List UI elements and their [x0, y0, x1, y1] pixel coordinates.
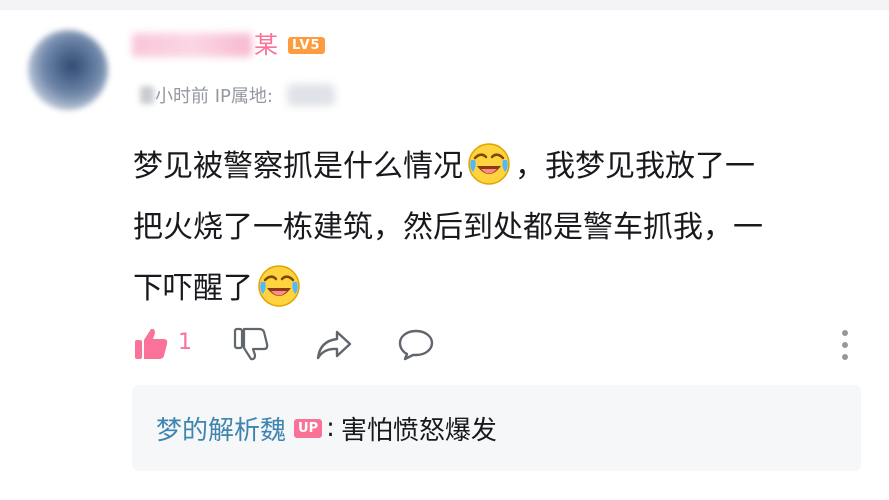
laughing-crying-emoji-icon	[468, 142, 510, 185]
reply-text: 害怕愤怒爆发	[340, 415, 497, 446]
time-number-blurred	[140, 86, 154, 104]
comment-text-1b: ，我梦见我放了一	[515, 149, 755, 184]
comment-body: 梦见被警察抓是什么情况 ，我梦见我放了一 把火烧了一栋建筑，然后到处都是警车抓我…	[133, 136, 853, 319]
thumbs-down-icon[interactable]	[233, 326, 269, 362]
comment-text-3: 下吓醒了	[133, 271, 253, 306]
comment-line-3: 下吓醒了	[133, 258, 853, 319]
username-blurred[interactable]	[132, 33, 252, 57]
ip-location-blurred	[286, 84, 335, 106]
time-ip-label: 小时前 IP属地:	[155, 86, 273, 107]
comment-line-2: 把火烧了一栋建筑，然后到处都是警车抓我，一	[133, 210, 763, 245]
comment-text-1a: 梦见被警察抓是什么情况	[133, 149, 463, 184]
share-icon[interactable]	[315, 328, 353, 362]
laughing-crying-emoji-icon	[258, 264, 300, 307]
reply-author[interactable]: 梦的解析魏	[156, 410, 286, 447]
thumbs-up-icon[interactable]	[133, 326, 169, 362]
avatar[interactable]	[28, 30, 108, 110]
comment-meta: 小时前 IP属地:	[140, 82, 335, 108]
username-suffix[interactable]: 某	[254, 28, 278, 62]
comment-line-1: 梦见被警察抓是什么情况 ，我梦见我放了一	[133, 136, 853, 197]
like-count: 1	[178, 330, 192, 355]
comment-actions: 1	[133, 322, 863, 366]
top-divider	[0, 0, 889, 10]
reply-icon[interactable]	[397, 328, 435, 362]
reply-separator: :	[326, 413, 335, 443]
reply-preview-line: 梦的解析魏 UP : 害怕愤怒爆发	[156, 407, 497, 449]
up-badge: UP	[294, 418, 323, 438]
more-icon[interactable]	[839, 328, 851, 362]
level-badge: LV5	[288, 36, 325, 54]
username-row: 某 LV5	[132, 28, 325, 62]
reply-preview[interactable]: 梦的解析魏 UP : 害怕愤怒爆发	[132, 385, 861, 471]
